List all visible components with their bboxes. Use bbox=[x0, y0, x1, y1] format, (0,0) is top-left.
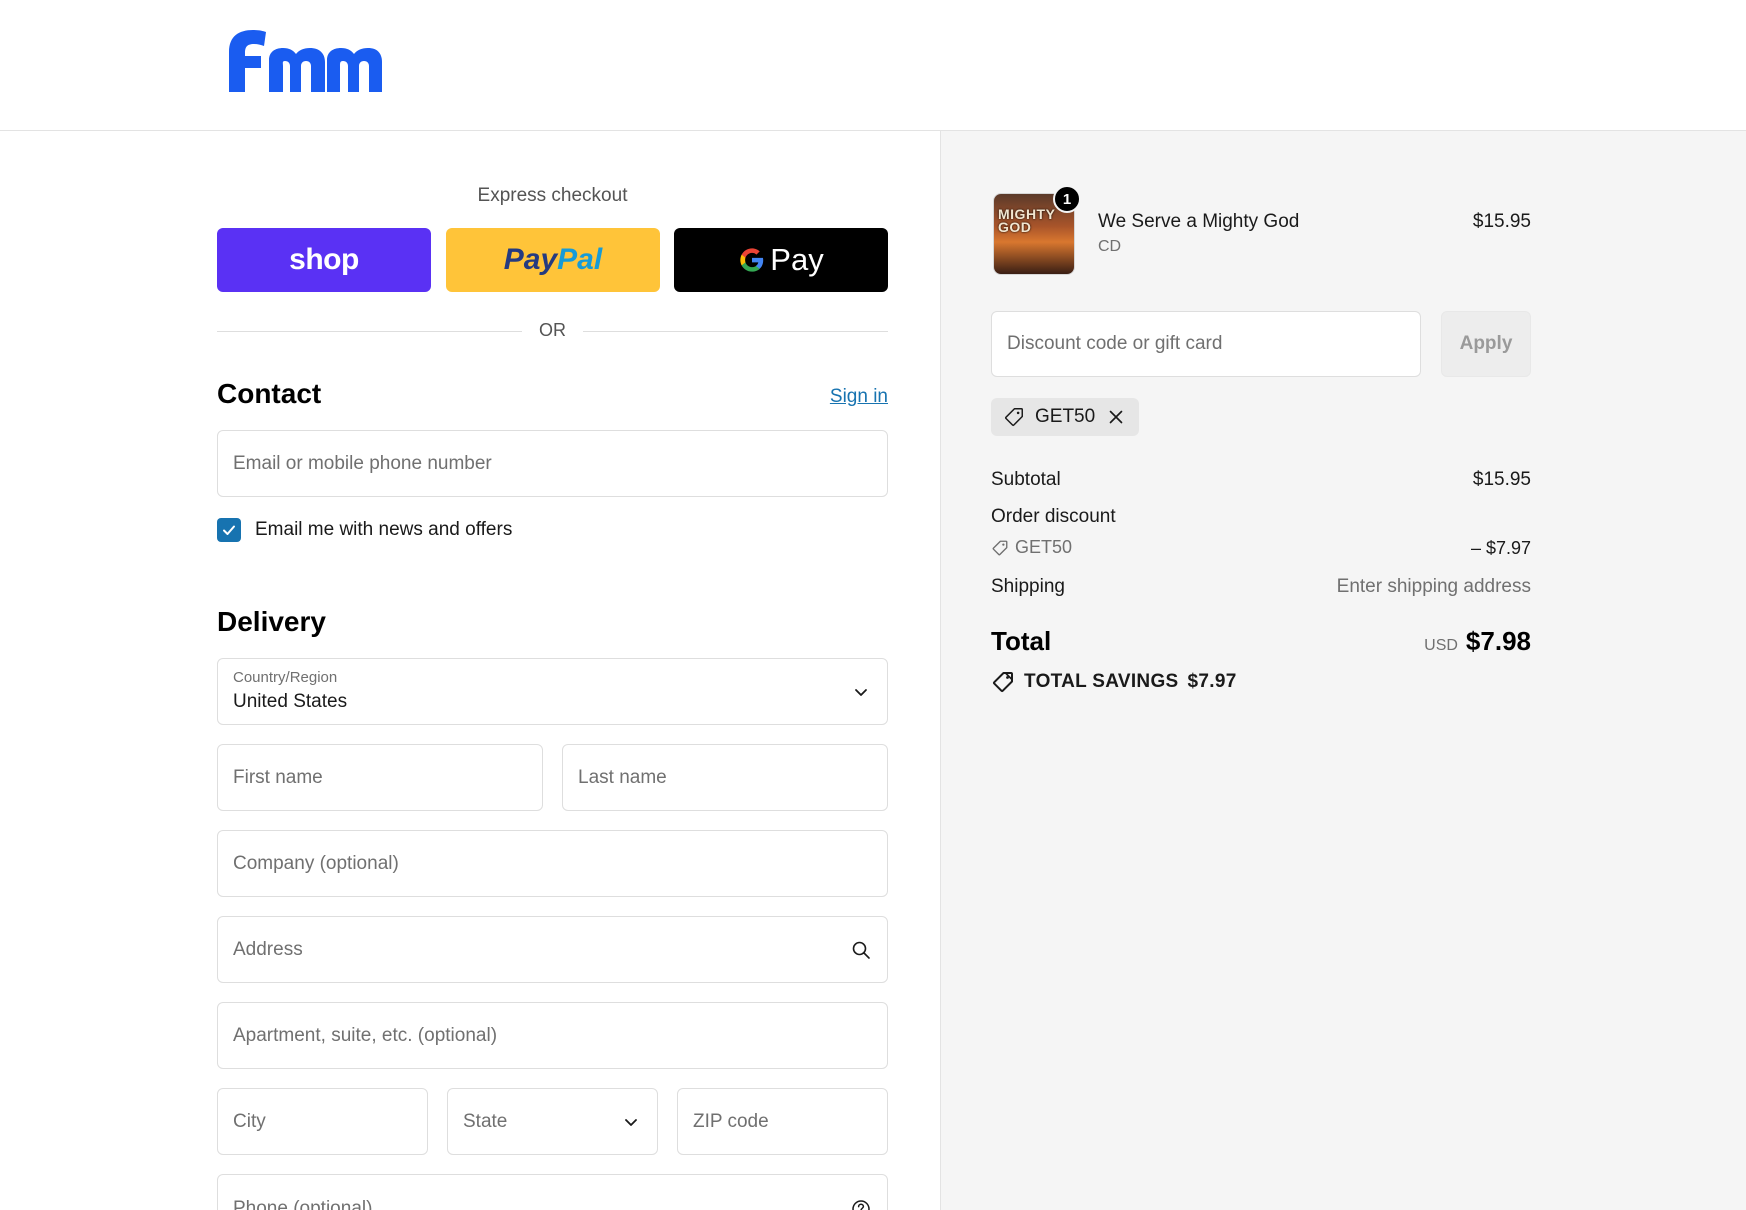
country-select[interactable]: Country/Region United States bbox=[217, 658, 888, 725]
phone-field[interactable]: Phone (optional) bbox=[217, 1174, 888, 1210]
first-name-field[interactable]: First name bbox=[217, 744, 543, 811]
paypal-button[interactable]: Pay Pal bbox=[446, 228, 660, 292]
quantity-badge: 1 bbox=[1053, 185, 1081, 213]
zip-code-field[interactable]: ZIP code bbox=[677, 1088, 888, 1155]
order-discount-code-row: GET50 bbox=[991, 537, 1072, 558]
total-savings-label: TOTAL SAVINGS bbox=[1024, 671, 1179, 692]
newsletter-label: Email me with news and offers bbox=[255, 519, 513, 540]
state-select[interactable]: State bbox=[447, 1088, 658, 1155]
country-select-value: United States bbox=[233, 691, 348, 712]
email-field[interactable]: Email or mobile phone number bbox=[217, 430, 888, 497]
city-field[interactable]: City bbox=[217, 1088, 428, 1155]
shop-pay-button[interactable]: shop bbox=[217, 228, 431, 292]
shipping-label: Shipping bbox=[991, 576, 1065, 597]
discount-code-placeholder: Discount code or gift card bbox=[1007, 333, 1223, 354]
or-divider: OR bbox=[217, 319, 888, 343]
chevron-down-icon bbox=[855, 688, 867, 696]
google-g-icon bbox=[740, 248, 764, 272]
newsletter-checkbox[interactable] bbox=[217, 518, 241, 542]
total-savings-value: $7.97 bbox=[1187, 671, 1237, 692]
apartment-placeholder: Apartment, suite, etc. (optional) bbox=[233, 1024, 498, 1046]
applied-discount-code: GET50 bbox=[1035, 406, 1096, 427]
state-placeholder: State bbox=[463, 1110, 508, 1132]
country-select-label: Country/Region bbox=[233, 669, 338, 686]
total-value-row: USD $7.98 bbox=[1271, 626, 1531, 657]
city-placeholder: City bbox=[233, 1110, 266, 1132]
last-name-placeholder: Last name bbox=[578, 766, 667, 788]
brand-logo[interactable] bbox=[217, 26, 382, 92]
product-price: $15.95 bbox=[1472, 211, 1531, 232]
close-icon[interactable] bbox=[1105, 406, 1127, 428]
order-summary-column: MIGHTY GOD 1 We Serve a Mighty God CD $1… bbox=[940, 131, 1746, 1210]
product-variant: CD bbox=[1098, 238, 1122, 255]
subtotal-value: $15.95 bbox=[1472, 469, 1531, 490]
total-value: $7.98 bbox=[1465, 626, 1531, 656]
checkmark-icon bbox=[223, 525, 235, 535]
header bbox=[0, 0, 1746, 131]
total-label: Total bbox=[991, 626, 1052, 656]
discount-code-input[interactable]: Discount code or gift card bbox=[991, 311, 1421, 377]
total-savings: TOTAL SAVINGS $7.97 bbox=[991, 670, 1237, 694]
search-icon[interactable] bbox=[851, 940, 871, 960]
brand-logo-mark bbox=[229, 30, 382, 92]
subtotal-label: Subtotal bbox=[991, 469, 1061, 490]
paypal-label-pal: Pal bbox=[557, 243, 603, 276]
price-tag-icon bbox=[992, 540, 1008, 555]
address-field[interactable]: Address bbox=[217, 916, 888, 983]
first-name-placeholder: First name bbox=[233, 766, 323, 788]
applied-discount-tag: GET50 bbox=[991, 398, 1140, 436]
total-currency: USD bbox=[1424, 637, 1458, 654]
phone-placeholder: Phone (optional) bbox=[233, 1198, 373, 1210]
product-name: We Serve a Mighty God bbox=[1098, 211, 1300, 232]
price-tag-icon bbox=[1005, 408, 1023, 426]
google-pay-label: Pay bbox=[770, 242, 824, 277]
contact-title: Contact bbox=[217, 378, 322, 409]
google-pay-button[interactable]: Pay bbox=[674, 228, 888, 292]
shop-pay-label: shop bbox=[289, 243, 359, 276]
order-discount-label: Order discount bbox=[991, 506, 1116, 527]
order-discount-value: – $7.97 bbox=[1470, 538, 1531, 558]
delivery-title: Delivery bbox=[217, 606, 326, 637]
order-discount-code: GET50 bbox=[1015, 537, 1073, 557]
apply-discount-button[interactable]: Apply bbox=[1441, 311, 1531, 377]
chevron-down-icon bbox=[625, 1118, 637, 1126]
last-name-field[interactable]: Last name bbox=[562, 744, 888, 811]
or-line-right bbox=[583, 331, 888, 332]
shipping-value: Enter shipping address bbox=[1336, 576, 1531, 597]
express-checkout-title: Express checkout bbox=[477, 185, 628, 206]
email-placeholder: Email or mobile phone number bbox=[233, 452, 492, 474]
sign-in-link[interactable]: Sign in bbox=[800, 386, 888, 408]
help-circle-icon[interactable] bbox=[851, 1199, 871, 1210]
apartment-field[interactable]: Apartment, suite, etc. (optional) bbox=[217, 1002, 888, 1069]
savings-tag-icon bbox=[993, 672, 1013, 692]
paypal-label-pay: Pay bbox=[503, 243, 558, 276]
newsletter-option[interactable]: Email me with news and offers bbox=[217, 517, 512, 543]
zip-code-placeholder: ZIP code bbox=[693, 1110, 769, 1132]
company-placeholder: Company (optional) bbox=[233, 852, 399, 874]
checkout-form-column: Express checkout shop Pay Pal Pay OR Cont… bbox=[0, 131, 940, 1210]
address-placeholder: Address bbox=[233, 938, 303, 960]
company-field[interactable]: Company (optional) bbox=[217, 830, 888, 897]
